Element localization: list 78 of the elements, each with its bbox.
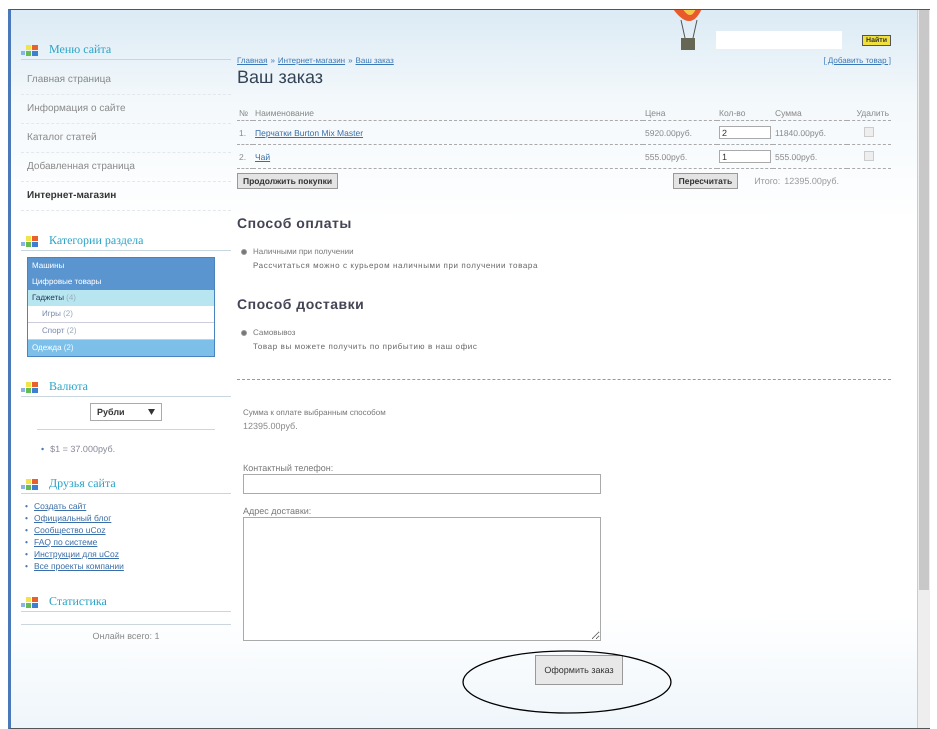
radio-button[interactable] [241,330,247,336]
column-header: Удалить [847,106,891,120]
product-link[interactable]: Чай [255,152,270,162]
search-field[interactable] [716,31,842,49]
continue-shopping-button[interactable]: Продолжить покупки [237,173,338,189]
friend-link[interactable]: FAQ по системе [34,537,98,547]
bullet: • [25,525,28,535]
category-item[interactable]: Цифровые товары [28,274,214,290]
menu-item[interactable]: Добавленная страница [21,153,231,182]
product-link[interactable]: Перчатки Burton Mix Master [255,128,364,138]
category-item[interactable]: Машины [28,258,214,274]
menu-item[interactable]: Каталог статей [21,124,231,153]
recalculate-button[interactable]: Пересчитать [672,173,738,189]
field-label: Контактный телефон: [243,463,334,473]
scrollbar-thumb[interactable] [919,10,929,590]
summary-value: 12395.00руб. [243,421,299,431]
page-title: Ваш заказ [237,67,324,88]
section-heading: Способ оплаты [237,215,353,231]
section-title: Категории раздела [49,233,144,248]
column-header: Цена [643,106,717,120]
total-value: 12395.00руб. [784,176,839,186]
place-order-button[interactable]: Оформить заказ [535,655,623,685]
menu-item[interactable]: Главная страница [21,66,231,95]
friend-link[interactable]: Создать сайт [34,501,86,511]
table-cell: 555.00руб. [773,144,847,168]
section-title: Статистика [49,594,107,609]
table-cell: 555.00руб. [643,144,717,168]
section-title: Меню сайта [49,42,112,57]
table-cell: 5920.00руб. [643,120,717,144]
bullet: • [25,537,28,547]
field-label: Адрес доставки: [243,506,312,516]
bullet: • [25,561,28,571]
online-count: Онлайн всего: 1 [21,624,231,641]
breadcrumb-link[interactable]: Интернет-магазин [278,56,346,65]
table-cell: 11840.00руб. [773,120,847,144]
section-title: Друзья сайта [49,476,116,491]
bullet: • [41,444,44,454]
column-header: № [237,106,253,120]
bullet: • [25,549,28,559]
bullet: • [25,513,28,523]
delete-checkbox[interactable] [864,126,874,136]
rate-text: $1 = 37.000руб. [50,444,116,454]
menu-item[interactable]: Информация о сайте [21,95,231,124]
friend-link[interactable]: Все проекты компании [34,561,124,571]
option-description: Товар вы можете получить по прибытию в наш офис [253,342,478,351]
section-heading: Способ доставки [237,296,366,312]
option-label: Самовывоз [253,328,296,337]
option-description: Рассчитаться можно с курьером наличными при получении товара [253,261,538,270]
column-header: Наименование [253,106,643,120]
breadcrumb-link[interactable]: Главная [237,56,268,65]
section-title: Валюта [49,379,88,394]
menu-item[interactable]: Интернет-магазин [21,182,231,211]
table-cell: 2. [237,144,253,168]
column-header: Сумма [773,106,847,120]
total-label: Итого: [754,176,780,186]
breadcrumb-separator: » [270,56,275,65]
quantity-field[interactable]: 1 [719,150,771,163]
category-item[interactable]: Спорт (2) [28,323,214,340]
category-item[interactable]: Гаджеты (4) [28,290,214,306]
column-header: Кол-во [717,106,773,120]
category-item[interactable]: Игры (2) [28,306,214,323]
breadcrumb-link[interactable]: Ваш заказ [356,56,394,65]
option-label: Наличными при получении [253,247,355,256]
summary-label: Сумма к оплате выбранным способом [243,408,387,417]
radio-button[interactable] [241,249,247,255]
quantity-field[interactable]: 2 [719,126,771,139]
currency-select[interactable]: Рубли [90,403,162,421]
phone-field[interactable] [243,474,601,494]
table-cell: 1. [237,120,253,144]
breadcrumb-separator: » [348,56,353,65]
friend-link[interactable]: Сообщество uCoz [34,525,106,535]
friend-link[interactable]: Инструкции для uCoz [34,549,119,559]
delete-checkbox[interactable] [864,150,874,160]
bullet: • [25,501,28,511]
friend-link[interactable]: Официальный блог [34,513,112,523]
address-field[interactable] [243,517,601,641]
add-product-link[interactable]: [ Добавить товар ] [823,56,891,65]
dropdown-arrow-icon [148,409,155,415]
